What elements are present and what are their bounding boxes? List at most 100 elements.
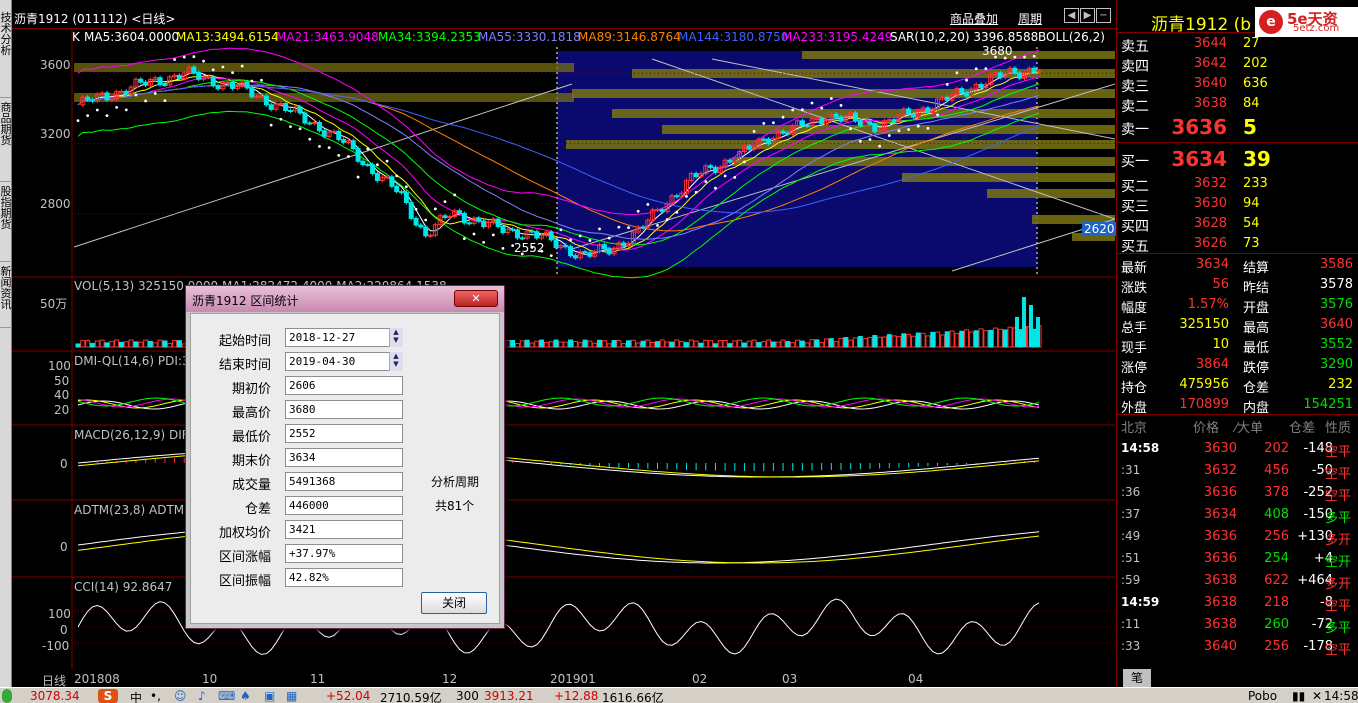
buy-level-1[interactable]: 买一 3634 39 <box>1117 147 1358 171</box>
tick-row[interactable]: :11 3638 260 -72 多平 <box>1117 614 1358 636</box>
volume-bar <box>751 339 757 348</box>
candle-body <box>461 212 467 224</box>
stat-value-field[interactable]: 5491368 <box>285 472 403 491</box>
spin-up-icon[interactable]: ▲ <box>390 352 402 360</box>
date-picker-field[interactable]: 2019-04-30 <box>285 352 403 371</box>
input-method-logo-icon[interactable]: S <box>98 689 118 703</box>
tick-header-vol[interactable]: ⁄大单 <box>1235 417 1263 436</box>
candle-body <box>944 96 950 101</box>
field-label: 最低价 <box>231 430 271 445</box>
tick-row[interactable]: :37 3634 408 -150 多平 <box>1117 504 1358 526</box>
sar-dot <box>144 99 148 103</box>
buy-level-4[interactable]: 买四 3628 54 <box>1117 213 1358 235</box>
microphone-icon[interactable]: ♪ <box>198 689 206 703</box>
overlay-link[interactable]: 商品叠加 <box>950 10 998 27</box>
stat-value-field[interactable]: 2552 <box>285 424 403 443</box>
sell-level-5[interactable]: 卖五 3644 27 <box>1117 33 1358 55</box>
volume-bar <box>109 340 115 348</box>
volume-bar <box>857 335 863 348</box>
nav-left-icon[interactable]: ◀ <box>1064 8 1079 23</box>
tick-row[interactable]: :31 3632 456 -50 空平 <box>1117 460 1358 482</box>
ticks-tab[interactable]: 笔 <box>1123 669 1151 687</box>
skin-icon[interactable]: ♠ <box>240 689 251 703</box>
candle-body <box>495 218 501 228</box>
volume-bar <box>891 335 897 348</box>
stat-value-field[interactable]: +37.97% <box>285 544 403 563</box>
vtab-technical-analysis[interactable]: 技术分析 <box>0 10 12 98</box>
period-count-label: 共81个 <box>435 499 475 513</box>
buy-level-3[interactable]: 买三 3630 94 <box>1117 193 1358 215</box>
stat-value-field[interactable]: 3634 <box>285 448 403 467</box>
tick-row[interactable]: 14:59 3638 218 -8 空平 <box>1117 592 1358 614</box>
date-picker-field[interactable]: 2018-12-27 <box>285 328 403 347</box>
buy-level-2[interactable]: 买二 3632 233 <box>1117 173 1358 195</box>
stat-value-field[interactable]: 3680 <box>285 400 403 419</box>
zoom-out-icon[interactable]: − <box>1096 8 1111 23</box>
left-tab-strip: 技术分析 商品期货 股指期货 新闻资讯 <box>0 0 12 687</box>
stat-value-field[interactable]: 2606 <box>285 376 403 395</box>
sell-level-3[interactable]: 卖三 3640 636 <box>1117 73 1358 95</box>
index3-amount: 1616.66亿 <box>602 691 664 703</box>
sar-dot <box>907 128 911 131</box>
candle-body <box>799 120 805 126</box>
ime-mode[interactable]: 中 <box>130 689 142 703</box>
tick-row[interactable]: :59 3638 622 +464 多开 <box>1117 570 1358 592</box>
tick-row[interactable]: :49 3636 256 +130 多开 <box>1117 526 1358 548</box>
period-link[interactable]: 周期 <box>1018 10 1042 27</box>
toolbox-icon[interactable]: ▣ <box>264 689 275 703</box>
stat-value: 1.57% <box>1187 297 1229 312</box>
dialog-close-icon[interactable]: ✕ <box>454 290 498 307</box>
volume-profile-bar <box>612 109 1115 118</box>
stat-label: 最高 <box>1243 321 1270 336</box>
nav-right-icon[interactable]: ▶ <box>1080 8 1095 23</box>
sar-dot <box>501 246 505 250</box>
keyboard-icon[interactable]: ⌨ <box>218 689 235 703</box>
order-book-price: 3640 <box>1193 76 1227 91</box>
wrench-icon[interactable]: ✕ <box>1312 689 1322 703</box>
dialog-titlebar[interactable]: 沥青1912 区间统计 ✕ <box>186 286 504 312</box>
emoji-icon[interactable]: ☺ <box>174 689 187 703</box>
sar-dot <box>936 113 939 117</box>
stat-value-field[interactable]: 42.82% <box>285 568 403 587</box>
sell-level-2[interactable]: 卖二 3638 84 <box>1117 93 1358 115</box>
candle-body <box>601 244 607 250</box>
kline-svg[interactable] <box>12 29 1115 669</box>
volume-bar <box>780 339 786 348</box>
candle-body <box>466 222 472 225</box>
stat-value-field[interactable]: 446000 <box>285 496 403 515</box>
spin-down-icon[interactable]: ▼ <box>390 360 402 368</box>
sar-dot <box>462 237 466 241</box>
candle-body <box>423 226 429 237</box>
sell-level-4[interactable]: 卖四 3642 202 <box>1117 53 1358 75</box>
tick-time: :36 <box>1121 485 1141 499</box>
tick-row[interactable]: :51 3636 254 +4 空开 <box>1117 548 1358 570</box>
vtab-news[interactable]: 新闻资讯 <box>0 264 12 328</box>
vtab-commodity-futures[interactable]: 商品期货 <box>0 100 12 182</box>
stat-label: 持仓 <box>1121 381 1148 396</box>
volume-bar <box>737 339 743 348</box>
volume-bar <box>645 339 651 348</box>
grid-menu-icon[interactable]: ▦ <box>286 689 297 703</box>
spin-down-icon[interactable]: ▼ <box>390 336 402 344</box>
close-button[interactable]: 关闭 <box>421 592 487 614</box>
punctuation-icon[interactable]: •, <box>150 689 161 703</box>
stat-value-field[interactable]: 3421 <box>285 520 403 539</box>
dmi-tick: 100 <box>48 359 71 373</box>
tick-price: 3636 <box>1203 551 1237 566</box>
range-stats-dialog[interactable]: 沥青1912 区间统计 ✕ 起始时间 2018-12-27 ▲ ▼ 结束时间 2019-0… <box>185 285 505 629</box>
sell-level-1[interactable]: 卖一 3636 5 <box>1117 115 1358 139</box>
tick-row[interactable]: :36 3636 378 -252 空平 <box>1117 482 1358 504</box>
buy-level-5[interactable]: 买五 3626 73 <box>1117 233 1358 255</box>
candle-body <box>867 121 873 125</box>
volume-bar <box>997 328 1003 348</box>
tick-row[interactable]: :33 3640 256 -178 空平 <box>1117 636 1358 658</box>
cci-tick: -100 <box>42 639 70 653</box>
vtab-index-futures[interactable]: 股指期货 <box>0 184 12 262</box>
date-spinner[interactable]: ▲ ▼ <box>389 328 403 347</box>
spin-up-icon[interactable]: ▲ <box>390 328 402 336</box>
sar-dot <box>115 105 119 109</box>
stat-label: 跌停 <box>1243 361 1270 376</box>
tick-row[interactable]: 14:58 3630 202 -148 空平 <box>1117 438 1358 460</box>
main-chart-area[interactable]: K MA5:3604.0000 MA13:3494.6154 MA21:3463.90… <box>12 29 1117 688</box>
date-spinner[interactable]: ▲ ▼ <box>389 352 403 371</box>
